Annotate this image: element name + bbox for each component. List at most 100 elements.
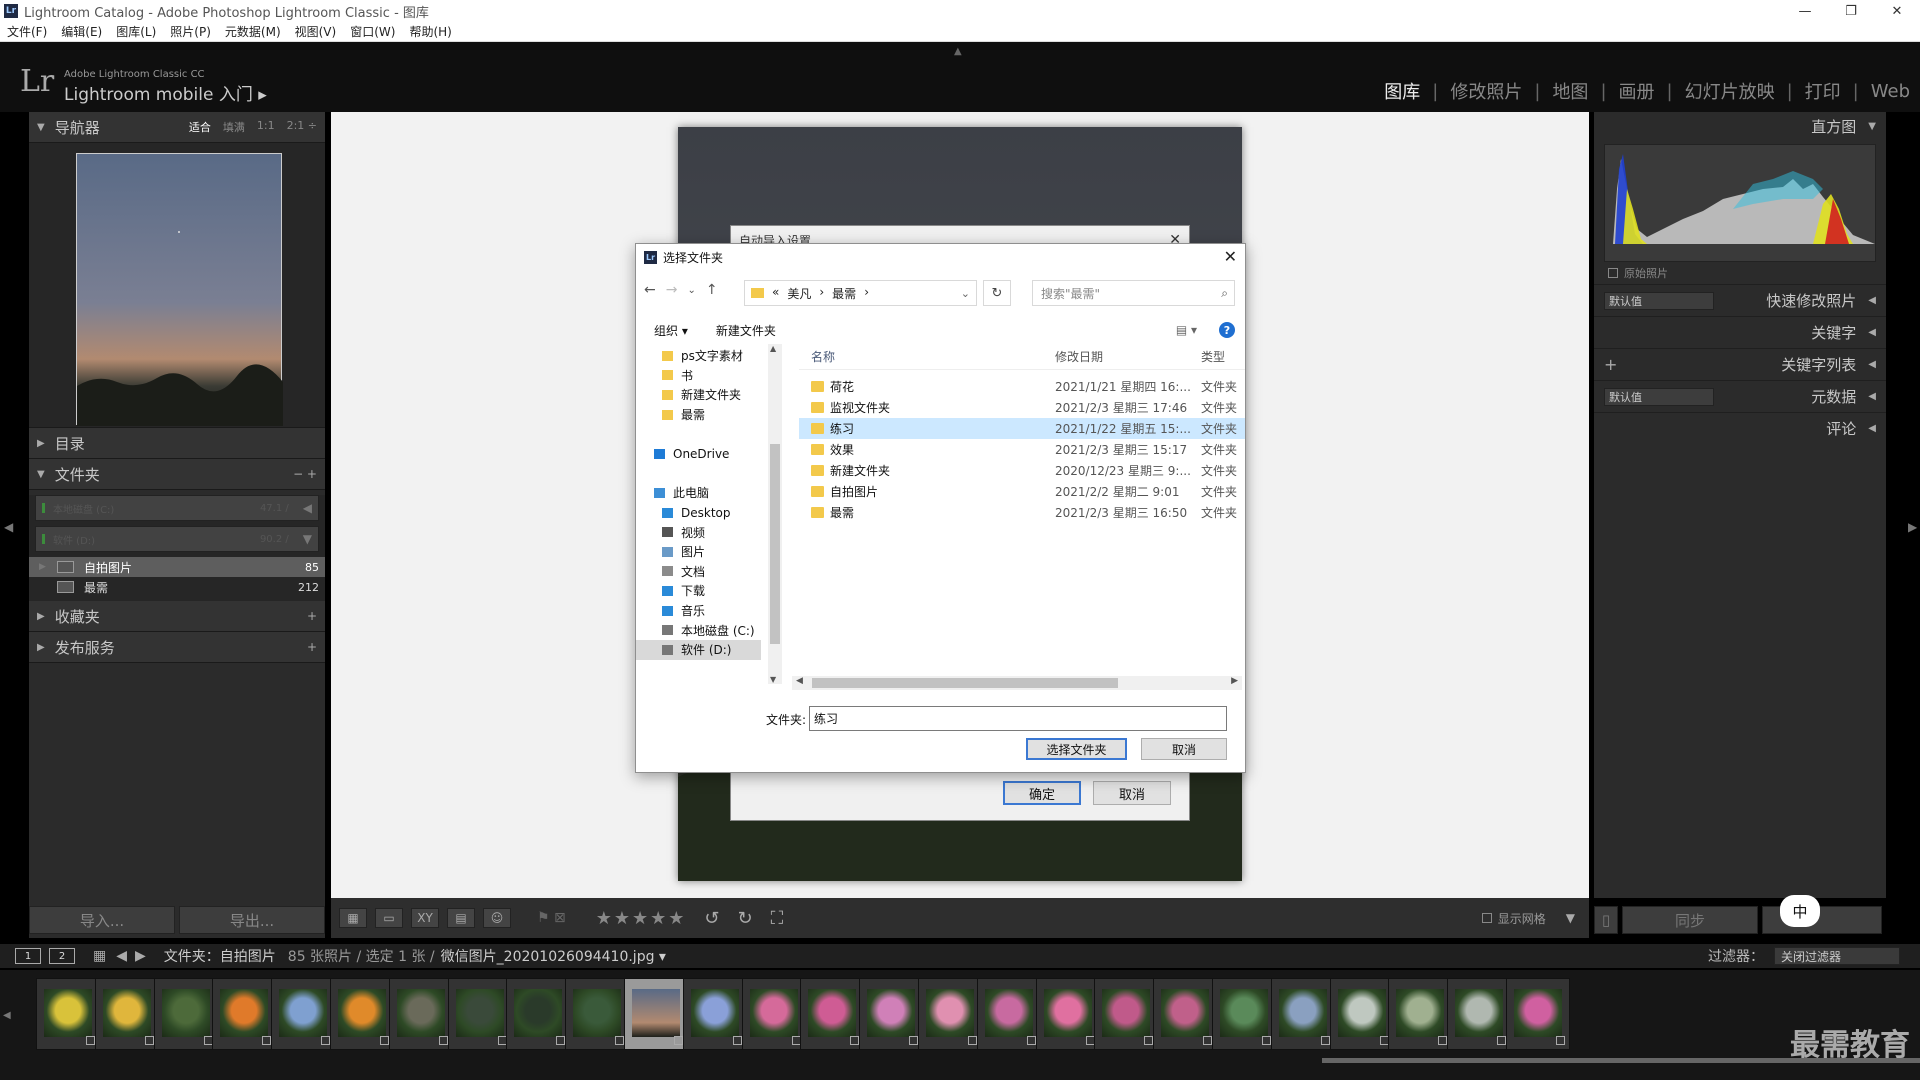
histogram-chart[interactable]: [1604, 144, 1876, 262]
grid-icon[interactable]: ▦: [93, 948, 106, 964]
forward-arrow-icon[interactable]: →: [666, 282, 678, 298]
column-date[interactable]: 修改日期: [1055, 348, 1201, 365]
back-arrow-icon[interactable]: ←: [644, 282, 656, 298]
chevron-down-icon[interactable]: ⌄: [961, 287, 970, 300]
zoom-1-1[interactable]: 1:1: [257, 119, 275, 135]
close-window-button[interactable]: ✕: [1874, 0, 1920, 22]
zoom-2-1[interactable]: 2:1 ÷: [287, 119, 317, 135]
column-name[interactable]: 名称: [799, 348, 1055, 365]
keyword-list-header[interactable]: + 关键字列表 ◀: [1594, 348, 1886, 380]
filmstrip-thumbnail[interactable]: [388, 978, 453, 1050]
filmstrip-thumbnail[interactable]: [976, 978, 1041, 1050]
star-rating[interactable]: ★★★★★: [596, 908, 687, 929]
filmstrip-thumbnail[interactable]: [1035, 978, 1100, 1050]
tree-item[interactable]: Desktop: [636, 503, 761, 523]
view-options-icon[interactable]: ▤ ▾: [1176, 323, 1197, 337]
tree-item[interactable]: 此电脑: [636, 483, 761, 503]
recent-chevron-down-icon[interactable]: ⌄: [687, 285, 695, 296]
crop-icon[interactable]: ⛶: [771, 908, 784, 929]
tree-item[interactable]: 最需: [636, 405, 761, 425]
navigator-header[interactable]: ▼ 导航器 适合 填满 1:1 2:1 ÷: [29, 112, 325, 143]
tree-item[interactable]: OneDrive: [636, 444, 761, 464]
export-button[interactable]: 导出...: [179, 906, 325, 934]
saved-preset-dropdown[interactable]: 默认值: [1604, 291, 1714, 310]
filmstrip-thumbnail[interactable]: [1094, 978, 1159, 1050]
cancel-button[interactable]: 取消: [1141, 738, 1227, 760]
breadcrumb-zuixu[interactable]: 最需: [832, 285, 856, 302]
file-row[interactable]: 新建文件夹 2020/12/23 星期三 9:... 文件夹: [799, 460, 1245, 481]
minimize-button[interactable]: —: [1782, 0, 1828, 22]
close-icon[interactable]: ✕: [1224, 247, 1237, 266]
filmstrip-scrollbar[interactable]: [1322, 1058, 1920, 1063]
filmstrip-thumbnail[interactable]: [94, 978, 159, 1050]
add-keyword-button[interactable]: +: [1604, 355, 1617, 374]
filmstrip-thumbnail[interactable]: [918, 978, 982, 1050]
zoom-fit[interactable]: 适合: [189, 119, 211, 135]
filmstrip-thumbnail[interactable]: [506, 978, 571, 1050]
tree-item[interactable]: 下载: [636, 581, 761, 601]
scroll-right-icon[interactable]: ▶: [1231, 676, 1238, 686]
main-window-button[interactable]: 1: [15, 948, 41, 964]
filmstrip-thumbnail[interactable]: [1153, 978, 1218, 1050]
module-print[interactable]: 打印: [1805, 78, 1841, 104]
filmstrip-thumbnail[interactable]: [330, 978, 394, 1050]
scrollbar-thumb[interactable]: [812, 678, 1118, 688]
current-filename[interactable]: 微信图片_20201026094410.jpg ▾: [441, 946, 666, 966]
filmstrip-thumbnail[interactable]: [1212, 978, 1276, 1050]
refresh-icon[interactable]: ↻: [983, 280, 1011, 306]
file-row[interactable]: 自拍图片 2021/2/2 星期二 9:01 文件夹: [799, 481, 1245, 502]
folders-header[interactable]: ▼ 文件夹 − +: [29, 459, 325, 490]
breadcrumb-separator[interactable]: ›: [819, 285, 824, 302]
file-list-hscrollbar[interactable]: ◀ ▶: [792, 676, 1242, 690]
module-book[interactable]: 画册: [1619, 78, 1655, 104]
folder-item-selfie[interactable]: ▶ 自拍图片 85: [29, 557, 325, 577]
compare-view-icon[interactable]: XY: [411, 908, 439, 928]
tree-item[interactable]: 本地磁盘 (C:): [636, 620, 761, 640]
filter-dropdown[interactable]: 关闭过滤器: [1774, 947, 1900, 965]
menu-help[interactable]: 帮助(H): [402, 23, 458, 40]
tree-item[interactable]: 图片: [636, 542, 761, 562]
show-grid-toggle[interactable]: 显示网格: [1481, 910, 1546, 927]
filmstrip-thumbnail[interactable]: [741, 978, 806, 1050]
filmstrip-thumbnail[interactable]: [1506, 978, 1570, 1050]
filmstrip-thumbnail[interactable]: [800, 978, 865, 1050]
cancel-button[interactable]: 取消: [1093, 781, 1171, 805]
rotate-left-icon[interactable]: ↺: [704, 908, 719, 929]
folders-add-remove[interactable]: − +: [293, 467, 317, 481]
ime-indicator[interactable]: 中: [1780, 895, 1820, 927]
filmstrip-thumbnail[interactable]: [36, 978, 100, 1050]
flag-icons[interactable]: ⚑ ⊠: [537, 910, 566, 926]
catalog-header[interactable]: ▶ 目录: [29, 428, 325, 459]
module-web[interactable]: Web: [1871, 81, 1910, 102]
module-slideshow[interactable]: 幻灯片放映: [1685, 78, 1775, 104]
tree-item[interactable]: 视频: [636, 522, 761, 542]
menu-edit[interactable]: 编辑(E): [54, 23, 109, 40]
loupe-view-icon[interactable]: ▭: [375, 908, 403, 928]
toolbar-options-chevron-icon[interactable]: ▼: [1566, 911, 1575, 925]
collections-header[interactable]: ▶ 收藏夹 +: [29, 601, 325, 632]
filmstrip-thumbnail[interactable]: [682, 978, 747, 1050]
back-arrow-icon[interactable]: ◀: [116, 948, 127, 964]
filmstrip-thumbnail[interactable]: [1447, 978, 1512, 1050]
scroll-down-icon[interactable]: ▼: [770, 675, 776, 684]
navigator-preview[interactable]: [29, 143, 325, 428]
rotate-right-icon[interactable]: ↻: [738, 908, 753, 929]
tree-item[interactable]: 书: [636, 366, 761, 386]
folder-item-zuixu[interactable]: 最需 212: [29, 577, 325, 597]
metadata-header[interactable]: 默认值 元数据 ◀: [1594, 380, 1886, 412]
filmstrip-thumbnail[interactable]: [153, 978, 218, 1050]
scroll-left-icon[interactable]: ◀: [796, 676, 803, 686]
tree-item[interactable]: 软件 (D:): [636, 639, 761, 660]
sync-button[interactable]: 同步: [1622, 906, 1758, 934]
menu-photo[interactable]: 照片(P): [163, 23, 218, 40]
forward-arrow-icon[interactable]: ▶: [135, 948, 146, 964]
original-photo-toggle[interactable]: 原始照片: [1594, 262, 1886, 284]
filmstrip-thumbnail[interactable]: [447, 978, 512, 1050]
filmstrip-left-arrow-icon[interactable]: ◀: [3, 1010, 11, 1021]
tree-scrollbar[interactable]: ▲ ▼: [768, 344, 782, 684]
tree-item[interactable]: 新建文件夹: [636, 385, 761, 405]
breadcrumb-separator[interactable]: ›: [864, 285, 869, 302]
module-develop[interactable]: 修改照片: [1450, 78, 1522, 104]
sync-toggle-icon[interactable]: ▯: [1594, 906, 1618, 934]
menu-file[interactable]: 文件(F): [0, 23, 54, 40]
